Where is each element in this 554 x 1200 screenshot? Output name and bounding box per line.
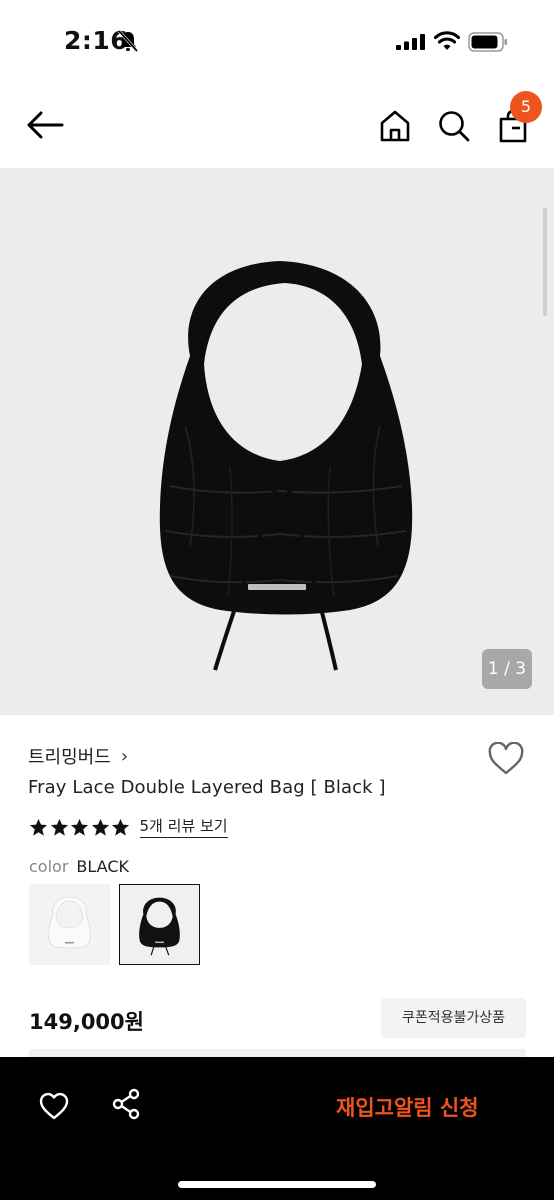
chevron-right-icon: ›: [120, 745, 129, 767]
home-indicator[interactable]: [178, 1181, 376, 1188]
product-image-gallery[interactable]: 1 / 3: [0, 168, 554, 715]
bottom-action-bar: 재입고알림 신청: [0, 1057, 554, 1200]
swatch-white[interactable]: [29, 884, 110, 965]
restock-alert-button[interactable]: 재입고알림 신청: [336, 1089, 506, 1125]
product-title: Fray Lace Double Layered Bag [ Black ]: [28, 777, 386, 798]
search-icon[interactable]: [437, 109, 471, 143]
star-icon: [50, 818, 68, 836]
star-icon: [70, 818, 89, 836]
bell-off-icon: [118, 30, 138, 52]
signal-icon: [396, 34, 425, 50]
home-icon[interactable]: [378, 109, 412, 143]
color-label: color: [29, 857, 69, 876]
cart-count-badge: 5: [510, 91, 542, 123]
review-link[interactable]: 5개 리뷰 보기: [139, 816, 228, 838]
product-price: 149,000원: [29, 1010, 144, 1034]
color-value: BLACK: [76, 857, 129, 876]
gallery-scrollbar[interactable]: [543, 208, 547, 316]
share-icon[interactable]: [111, 1088, 141, 1120]
back-arrow-icon[interactable]: [26, 110, 64, 140]
coupon-unavailable-tag: 쿠폰적용불가상품: [381, 998, 526, 1038]
star-icon: [91, 818, 109, 836]
heart-icon[interactable]: [487, 742, 525, 776]
product-image: [159, 261, 413, 671]
star-rating: [29, 818, 132, 837]
star-icon: [111, 818, 130, 836]
white-bag-thumbnail: [48, 896, 91, 949]
star-icon: [29, 818, 48, 836]
rating-row: 5개 리뷰 보기: [29, 816, 228, 838]
color-row: color BLACK: [29, 857, 129, 876]
image-page-indicator: 1 / 3: [482, 649, 532, 689]
brand-name: 트리밍버드: [28, 747, 111, 768]
wifi-icon: [434, 31, 460, 50]
top-nav-bar: [0, 80, 554, 168]
black-bag-thumbnail: [139, 897, 180, 956]
brand-link[interactable]: 트리밍버드 ›: [28, 742, 128, 770]
status-bar: 2:16: [0, 0, 554, 80]
swatch-black[interactable]: [119, 884, 200, 965]
heart-icon[interactable]: [38, 1091, 70, 1121]
battery-icon: [468, 32, 507, 52]
